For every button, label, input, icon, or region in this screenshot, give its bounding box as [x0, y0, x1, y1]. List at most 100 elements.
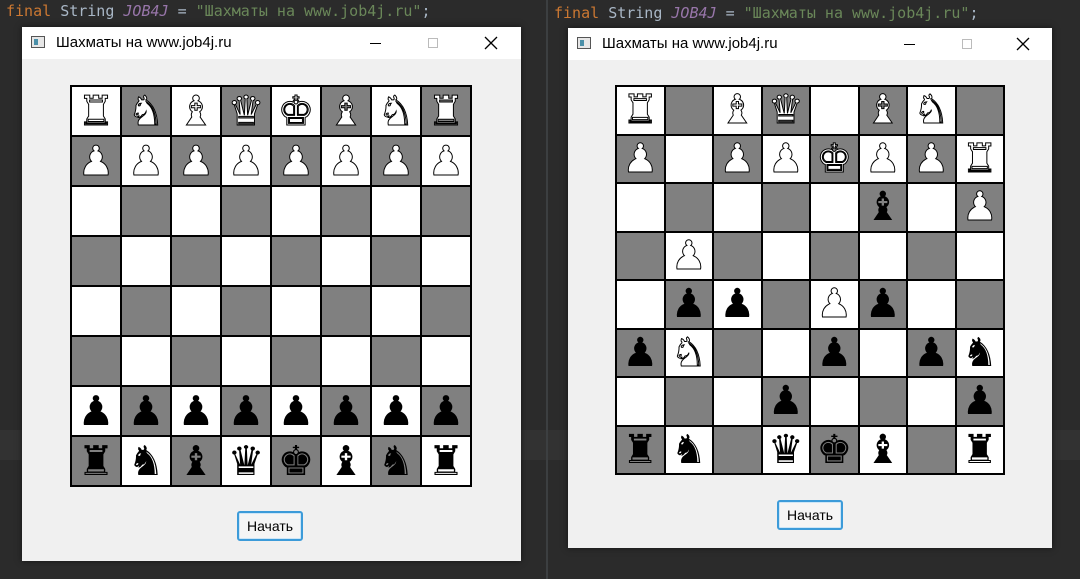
board-square[interactable] — [221, 236, 271, 286]
board-square[interactable]: ♟ — [810, 328, 859, 377]
board-square[interactable]: ♟ — [616, 134, 665, 183]
white-knight-icon[interactable]: ♞ — [127, 90, 165, 132]
black-pawn-icon[interactable]: ♟ — [768, 381, 804, 421]
board-square[interactable] — [810, 377, 859, 426]
board-square[interactable]: ♜ — [421, 86, 471, 136]
board-square[interactable]: ♚ — [271, 436, 321, 486]
board-square[interactable]: ♟ — [664, 231, 713, 280]
board-square[interactable] — [271, 336, 321, 386]
white-rook-icon[interactable]: ♜ — [427, 90, 465, 132]
black-knight-icon[interactable]: ♞ — [671, 430, 707, 470]
board-square[interactable]: ♟ — [221, 136, 271, 186]
board-square[interactable] — [761, 231, 810, 280]
board-square[interactable]: ♝ — [321, 86, 371, 136]
board-square[interactable]: ♟ — [761, 377, 810, 426]
black-king-icon[interactable]: ♚ — [278, 440, 315, 482]
minimize-button[interactable] — [352, 27, 398, 59]
board-square[interactable] — [761, 280, 810, 329]
white-pawn-icon[interactable]: ♟ — [177, 140, 215, 182]
board-square[interactable] — [371, 186, 421, 236]
black-pawn-icon[interactable]: ♟ — [671, 284, 707, 324]
board-square[interactable] — [858, 231, 907, 280]
black-bishop-icon[interactable]: ♝ — [865, 430, 901, 470]
board-square[interactable]: ♞ — [371, 86, 421, 136]
board-square[interactable] — [421, 286, 471, 336]
board-square[interactable] — [761, 183, 810, 232]
white-pawn-icon[interactable]: ♟ — [767, 138, 804, 179]
board-square[interactable] — [907, 231, 956, 280]
board-square[interactable]: ♟ — [71, 386, 121, 436]
board-square[interactable] — [955, 86, 1004, 135]
white-knight-icon[interactable]: ♞ — [670, 332, 707, 373]
white-pawn-icon[interactable]: ♟ — [816, 284, 853, 325]
board-square[interactable]: ♟ — [71, 136, 121, 186]
board-square[interactable] — [713, 328, 762, 377]
board-square[interactable] — [713, 425, 762, 474]
board-square[interactable] — [171, 336, 221, 386]
board-square[interactable]: ♞ — [907, 86, 956, 135]
board-square[interactable] — [71, 336, 121, 386]
board-square[interactable] — [616, 231, 665, 280]
white-pawn-icon[interactable]: ♟ — [377, 140, 415, 182]
board-square[interactable]: ♟ — [371, 386, 421, 436]
board-square[interactable]: ♟ — [810, 280, 859, 329]
black-queen-icon[interactable]: ♛ — [768, 430, 804, 470]
board-square[interactable] — [421, 236, 471, 286]
board-square[interactable] — [321, 336, 371, 386]
white-pawn-icon[interactable]: ♟ — [77, 140, 115, 182]
board-square[interactable] — [955, 280, 1004, 329]
board-square[interactable]: ♟ — [271, 136, 321, 186]
black-pawn-icon[interactable]: ♟ — [328, 390, 365, 432]
board-square[interactable] — [121, 336, 171, 386]
board-square[interactable] — [221, 336, 271, 386]
board-square[interactable]: ♟ — [221, 386, 271, 436]
board-square[interactable]: ♛ — [761, 425, 810, 474]
start-button[interactable]: Начать — [777, 500, 843, 530]
white-pawn-icon[interactable]: ♟ — [327, 140, 365, 182]
white-knight-icon[interactable]: ♞ — [377, 90, 415, 132]
board-square[interactable] — [371, 236, 421, 286]
board-square[interactable] — [421, 336, 471, 386]
board-square[interactable] — [616, 377, 665, 426]
board-square[interactable]: ♟ — [858, 280, 907, 329]
board-square[interactable]: ♟ — [171, 136, 221, 186]
board-square[interactable] — [121, 186, 171, 236]
board-square[interactable] — [907, 377, 956, 426]
board-square[interactable] — [171, 236, 221, 286]
board-square[interactable] — [321, 286, 371, 336]
board-square[interactable] — [858, 328, 907, 377]
board-square[interactable]: ♝ — [171, 86, 221, 136]
board-square[interactable]: ♟ — [121, 386, 171, 436]
white-king-icon[interactable]: ♚ — [277, 90, 315, 132]
white-pawn-icon[interactable]: ♟ — [719, 138, 756, 179]
black-bishop-icon[interactable]: ♝ — [328, 440, 365, 482]
board-square[interactable]: ♜ — [955, 425, 1004, 474]
black-pawn-icon[interactable]: ♟ — [228, 390, 265, 432]
board-square[interactable]: ♞ — [371, 436, 421, 486]
maximize-button[interactable] — [410, 27, 456, 59]
board-square[interactable]: ♟ — [761, 134, 810, 183]
black-rook-icon[interactable]: ♜ — [428, 440, 465, 482]
board-square[interactable] — [907, 280, 956, 329]
board-square[interactable] — [713, 231, 762, 280]
board-square[interactable] — [321, 186, 371, 236]
window-titlebar[interactable]: Шахматы на www.job4j.ru — [568, 28, 1052, 60]
white-queen-icon[interactable]: ♛ — [767, 90, 804, 131]
board-square[interactable] — [810, 231, 859, 280]
board-square[interactable] — [71, 236, 121, 286]
board-square[interactable] — [616, 183, 665, 232]
board-square[interactable]: ♟ — [907, 328, 956, 377]
white-rook-icon[interactable]: ♜ — [77, 90, 115, 132]
board-square[interactable]: ♝ — [713, 86, 762, 135]
board-square[interactable]: ♝ — [858, 86, 907, 135]
board-square[interactable]: ♟ — [907, 134, 956, 183]
black-pawn-icon[interactable]: ♟ — [428, 390, 465, 432]
board-square[interactable] — [71, 286, 121, 336]
black-pawn-icon[interactable]: ♟ — [278, 390, 315, 432]
white-bishop-icon[interactable]: ♝ — [327, 90, 365, 132]
board-square[interactable]: ♜ — [616, 86, 665, 135]
board-square[interactable]: ♞ — [664, 328, 713, 377]
board-square[interactable] — [664, 134, 713, 183]
board-square[interactable]: ♜ — [421, 436, 471, 486]
board-square[interactable] — [371, 336, 421, 386]
